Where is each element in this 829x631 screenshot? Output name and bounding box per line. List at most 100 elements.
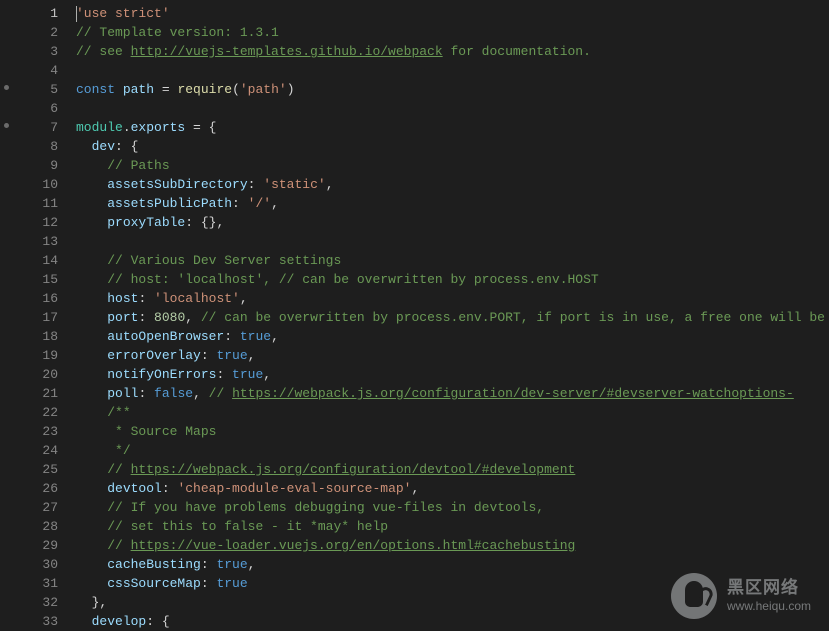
code-line[interactable]: cacheBusting: true, (76, 555, 829, 574)
code-line[interactable]: // set this to false - it *may* help (76, 517, 829, 536)
code-line[interactable]: // https://webpack.js.org/configuration/… (76, 460, 829, 479)
code-line[interactable]: // If you have problems debugging vue-fi… (76, 498, 829, 517)
line-number[interactable]: 10 (14, 175, 76, 194)
token-boolean: true (232, 367, 263, 382)
code-line[interactable]: }, (76, 593, 829, 612)
line-number[interactable]: 4 (14, 61, 76, 80)
code-area[interactable]: 'use strict' // Template version: 1.3.1 … (76, 0, 829, 631)
breakpoint-marker[interactable] (4, 123, 9, 128)
line-number[interactable]: 9 (14, 156, 76, 175)
token-comment: // Template version: 1.3.1 (76, 25, 279, 40)
line-number[interactable]: 12 (14, 213, 76, 232)
line-number[interactable]: 13 (14, 232, 76, 251)
line-number[interactable]: 7 (14, 118, 76, 137)
code-line[interactable]: devtool: 'cheap-module-eval-source-map', (76, 479, 829, 498)
code-line[interactable]: poll: false, // https://webpack.js.org/c… (76, 384, 829, 403)
line-number[interactable]: 32 (14, 593, 76, 612)
token-property: host (107, 291, 138, 306)
line-number[interactable]: 3 (14, 42, 76, 61)
line-gutter[interactable]: 1 2 3 4 5 6 7 8 9 10 11 12 13 14 15 16 1… (14, 0, 76, 631)
code-line[interactable]: 'use strict' (76, 4, 829, 23)
code-line[interactable]: host: 'localhost', (76, 289, 829, 308)
line-number[interactable]: 6 (14, 99, 76, 118)
line-number[interactable]: 29 (14, 536, 76, 555)
token-link[interactable]: https://webpack.js.org/configuration/dev… (131, 462, 576, 477)
token-property: devtool (107, 481, 162, 496)
line-number[interactable]: 16 (14, 289, 76, 308)
line-number[interactable]: 27 (14, 498, 76, 517)
line-number[interactable]: 30 (14, 555, 76, 574)
token-comment: // If you have problems debugging vue-fi… (107, 500, 544, 515)
line-number[interactable]: 24 (14, 441, 76, 460)
token-comment: // (107, 538, 130, 553)
code-line[interactable]: dev: { (76, 137, 829, 156)
line-number[interactable]: 11 (14, 194, 76, 213)
breakpoint-column[interactable] (0, 0, 14, 631)
code-line[interactable]: const path = require('path') (76, 80, 829, 99)
line-number[interactable]: 28 (14, 517, 76, 536)
token-link[interactable]: http://vuejs-templates.github.io/webpack (131, 44, 443, 59)
token-property: autoOpenBrowser (107, 329, 224, 344)
token-string: 'localhost' (154, 291, 240, 306)
breakpoint-marker[interactable] (4, 85, 9, 90)
token-comment: /** (107, 405, 130, 420)
code-line[interactable]: // Paths (76, 156, 829, 175)
line-number[interactable]: 15 (14, 270, 76, 289)
line-number[interactable]: 25 (14, 460, 76, 479)
code-line[interactable]: errorOverlay: true, (76, 346, 829, 365)
token-comment: */ (107, 443, 130, 458)
code-line[interactable]: cssSourceMap: true (76, 574, 829, 593)
code-line[interactable]: */ (76, 441, 829, 460)
code-line[interactable]: // Template version: 1.3.1 (76, 23, 829, 42)
line-number[interactable]: 22 (14, 403, 76, 422)
token-boolean: false (154, 386, 193, 401)
code-line[interactable]: assetsSubDirectory: 'static', (76, 175, 829, 194)
line-number[interactable]: 31 (14, 574, 76, 593)
token-keyword: const (76, 82, 115, 97)
code-line[interactable]: // https://vue-loader.vuejs.org/en/optio… (76, 536, 829, 555)
token-comment: // (107, 462, 130, 477)
code-line[interactable]: /** (76, 403, 829, 422)
code-line[interactable] (76, 232, 829, 251)
code-line[interactable]: // host: 'localhost', // can be overwrit… (76, 270, 829, 289)
line-number[interactable]: 14 (14, 251, 76, 270)
code-line[interactable]: port: 8080, // can be overwritten by pro… (76, 308, 829, 327)
code-line[interactable]: autoOpenBrowser: true, (76, 327, 829, 346)
token-property: dev (92, 139, 115, 154)
token-comment: for documentation. (443, 44, 591, 59)
token-comment: * Source Maps (107, 424, 216, 439)
code-line[interactable]: notifyOnErrors: true, (76, 365, 829, 384)
code-line[interactable]: * Source Maps (76, 422, 829, 441)
code-line[interactable]: proxyTable: {}, (76, 213, 829, 232)
token-string: 'path' (240, 82, 287, 97)
line-number[interactable]: 17 (14, 308, 76, 327)
token-property: notifyOnErrors (107, 367, 216, 382)
token-comment: // Paths (107, 158, 169, 173)
token-link[interactable]: https://vue-loader.vuejs.org/en/options.… (131, 538, 576, 553)
line-number[interactable]: 23 (14, 422, 76, 441)
code-editor[interactable]: 1 2 3 4 5 6 7 8 9 10 11 12 13 14 15 16 1… (0, 0, 829, 631)
token-string: 'cheap-module-eval-source-map' (177, 481, 411, 496)
line-number[interactable]: 21 (14, 384, 76, 403)
line-number[interactable]: 18 (14, 327, 76, 346)
code-line[interactable]: // Various Dev Server settings (76, 251, 829, 270)
code-line[interactable] (76, 61, 829, 80)
token-object: module (76, 120, 123, 135)
line-number[interactable]: 20 (14, 365, 76, 384)
token-string: 'use strict' (76, 6, 170, 21)
line-number[interactable]: 1 (14, 4, 76, 23)
code-line[interactable] (76, 99, 829, 118)
line-number[interactable]: 33 (14, 612, 76, 631)
token-property: exports (131, 120, 186, 135)
token-link[interactable]: https://webpack.js.org/configuration/dev… (232, 386, 794, 401)
code-line[interactable]: develop: { (76, 612, 829, 631)
code-line[interactable]: // see http://vuejs-templates.github.io/… (76, 42, 829, 61)
line-number[interactable]: 5 (14, 80, 76, 99)
token-property: port (107, 310, 138, 325)
code-line[interactable]: assetsPublicPath: '/', (76, 194, 829, 213)
code-line[interactable]: module.exports = { (76, 118, 829, 137)
line-number[interactable]: 26 (14, 479, 76, 498)
line-number[interactable]: 19 (14, 346, 76, 365)
line-number[interactable]: 8 (14, 137, 76, 156)
line-number[interactable]: 2 (14, 23, 76, 42)
